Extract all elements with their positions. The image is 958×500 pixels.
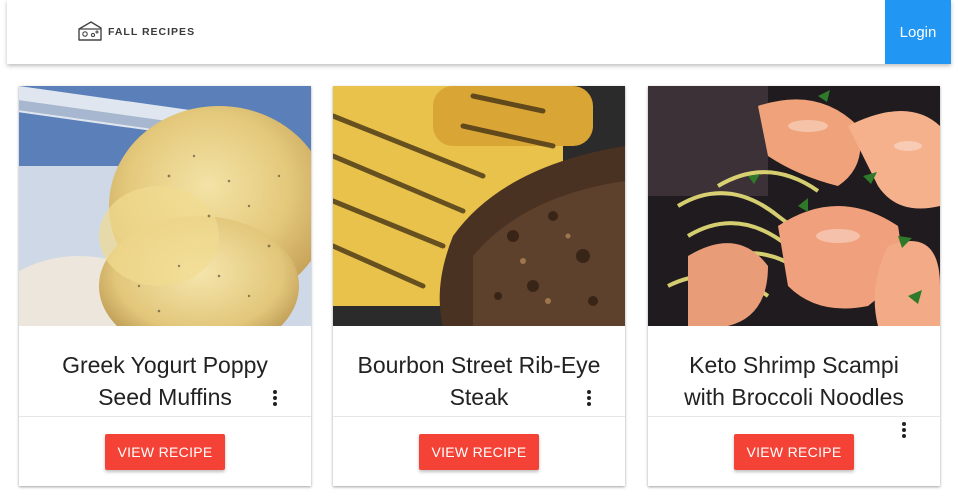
recipe-title: Greek Yogurt Poppy Seed Muffins: [29, 349, 301, 413]
recipe-image[interactable]: [648, 86, 940, 326]
view-recipe-button[interactable]: VIEW RECIPE: [105, 434, 225, 470]
more-vert-icon[interactable]: [267, 388, 283, 408]
brand-logo[interactable]: FALL RECIPES: [77, 19, 195, 45]
view-recipe-button[interactable]: VIEW RECIPE: [419, 434, 539, 470]
top-app-bar: FALL RECIPES Login: [7, 0, 951, 64]
card-divider: [648, 416, 940, 417]
recipe-card: Greek Yogurt Poppy Seed Muffins VIEW REC…: [19, 86, 311, 486]
more-vert-icon[interactable]: [581, 388, 597, 408]
card-divider: [19, 416, 311, 417]
recipe-title: Bourbon Street Rib-Eye Steak: [343, 349, 615, 413]
recipe-title-line-2: Steak: [449, 384, 509, 410]
login-button[interactable]: Login: [885, 0, 951, 64]
brand-name: FALL RECIPES: [108, 26, 196, 38]
recipe-title: Keto Shrimp Scampi with Broccoli Noodles: [658, 349, 930, 413]
recipe-image[interactable]: [19, 86, 311, 326]
recipe-card: Bourbon Street Rib-Eye Steak VIEW RECIPE: [333, 86, 625, 486]
cheese-icon: [78, 21, 102, 41]
recipe-title-line-1: Greek Yogurt Poppy: [62, 352, 268, 378]
recipe-image[interactable]: [333, 86, 625, 326]
more-vert-icon[interactable]: [896, 420, 912, 440]
recipe-title-line-1: Keto Shrimp Scampi: [689, 352, 899, 378]
recipe-title-line-1: Bourbon Street Rib-Eye: [357, 352, 601, 378]
view-recipe-button[interactable]: VIEW RECIPE: [734, 434, 854, 470]
recipe-title-line-2: Seed Muffins: [98, 384, 232, 410]
card-divider: [333, 416, 625, 417]
recipe-title-line-2: with Broccoli Noodles: [684, 384, 904, 410]
recipe-card: Keto Shrimp Scampi with Broccoli Noodles…: [648, 86, 940, 486]
